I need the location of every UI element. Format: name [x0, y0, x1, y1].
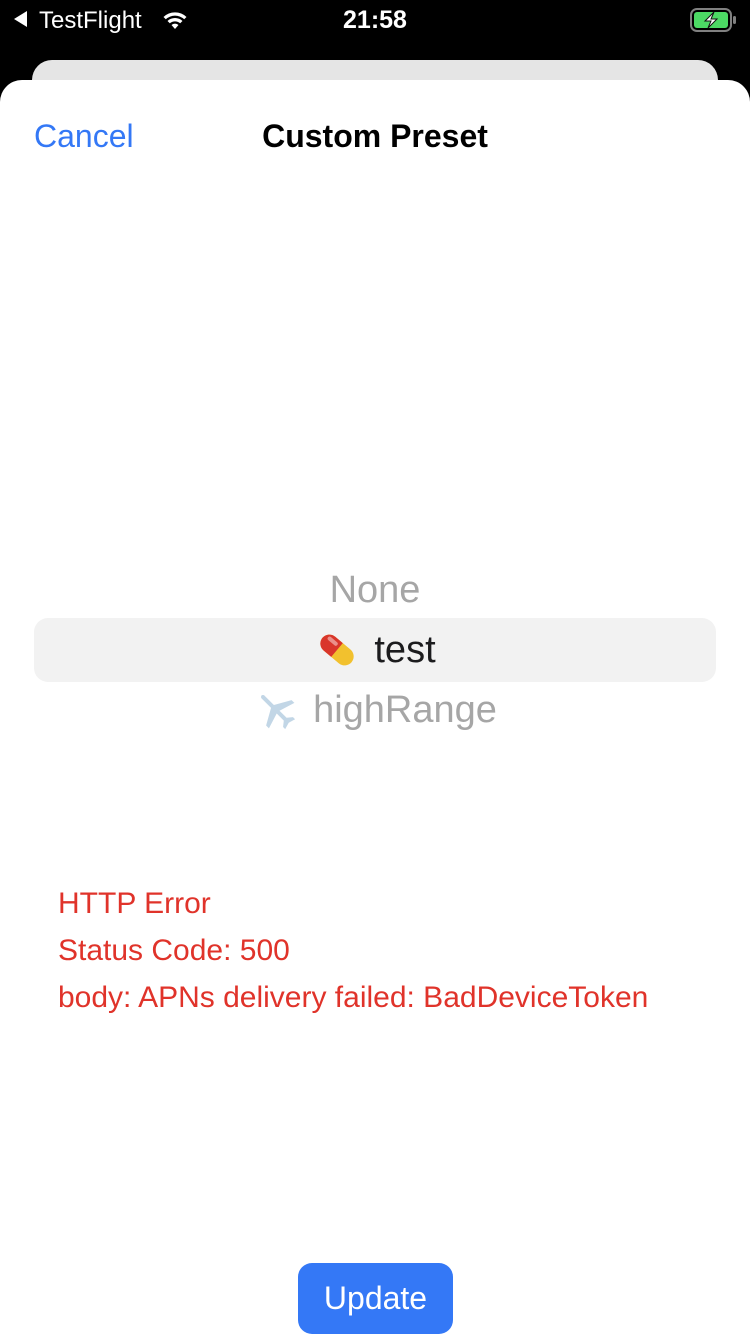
status-bar: TestFlight 21:58 [0, 0, 750, 40]
preset-picker[interactable]: None test highRange [0, 560, 750, 750]
airplane-icon [261, 695, 296, 730]
pill-icon [320, 634, 355, 666]
error-body: body: APNs delivery failed: BadDeviceTok… [58, 981, 649, 1014]
picker-option-none[interactable]: None [0, 560, 750, 620]
picker-option-label: None [329, 569, 421, 611]
status-time: 21:58 [343, 6, 407, 34]
navigation-bar: Cancel Custom Preset [0, 80, 750, 192]
picker-option-highrange[interactable]: highRange [0, 680, 750, 740]
error-message: HTTP Error Status Code: 500 body: APNs d… [58, 880, 718, 1021]
preset-sheet: Cancel Custom Preset None test highRange… [0, 80, 750, 1334]
screen: TestFlight 21:58 Cancel Custom Preset No… [0, 0, 750, 1334]
battery-charging-icon [690, 8, 736, 32]
picker-option-test[interactable]: test [0, 620, 750, 680]
update-button[interactable]: Update [298, 1263, 453, 1334]
error-status-code: Status Code: 500 [58, 934, 290, 967]
cancel-button[interactable]: Cancel [34, 116, 134, 156]
error-title: HTTP Error [58, 887, 211, 920]
picker-option-label: highRange [313, 689, 497, 731]
picker-option-label: test [374, 629, 436, 671]
